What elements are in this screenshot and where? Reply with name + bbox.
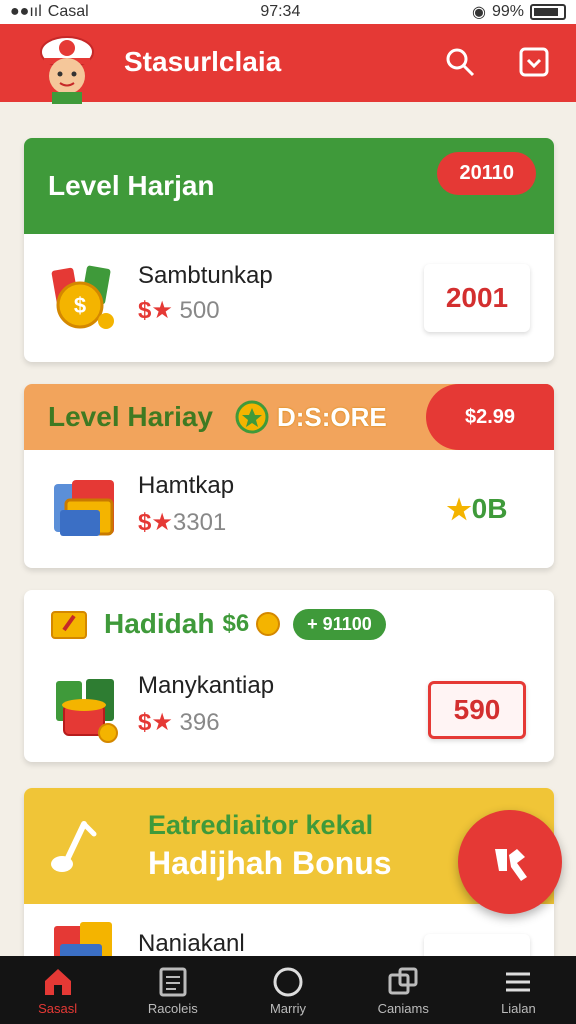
home-icon xyxy=(44,968,71,995)
gold-badge-icon xyxy=(235,400,269,434)
star-icon: ★ xyxy=(151,297,173,324)
list-item[interactable]: Manykantiap $★ 396 590 xyxy=(24,658,554,762)
svg-text:$: $ xyxy=(74,293,86,318)
download-box-icon xyxy=(519,47,549,77)
item-price-value: 396 xyxy=(179,709,220,736)
card-level-hariay[interactable]: Level Hariay D:S:ORE $2.99 Hamtkap $★330… xyxy=(24,384,554,568)
card-title: Hadidah xyxy=(104,608,215,639)
circle-icon xyxy=(273,967,303,996)
puzzle-icon xyxy=(388,967,418,994)
nav-label: Racoleis xyxy=(147,1000,198,1016)
item-name: Manykantiap xyxy=(138,672,275,699)
reward-badge[interactable]: + 91100 xyxy=(293,608,386,640)
download-button[interactable] xyxy=(516,44,552,80)
item-price: $★ 500 xyxy=(138,296,220,325)
nav-label: Sasasl xyxy=(38,1000,78,1016)
item-name: Sambtunkap xyxy=(138,262,273,289)
card-title: Eatrediaitor kekal xyxy=(148,810,374,840)
value-box-text: 0B xyxy=(471,493,508,524)
card-level-harjan[interactable]: Level Harjan 20110 $ Sambtunkap $★ 500 2… xyxy=(24,138,554,362)
floating-action-button[interactable] xyxy=(458,810,562,914)
gold-star-icon: ★ xyxy=(446,493,472,525)
coins-money-icon: $ xyxy=(51,265,114,329)
value-box[interactable]: 590 xyxy=(428,681,526,739)
card-title: Level Hariay xyxy=(48,401,213,432)
nav-item-games[interactable]: Caniams xyxy=(346,956,461,1024)
nav-item-menu[interactable]: Lialan xyxy=(461,956,576,1024)
app-title: Stasurlclaia xyxy=(124,46,282,77)
coin-icon xyxy=(256,612,281,636)
nav-label: Caniams xyxy=(377,1000,429,1016)
dollar-icon: $ xyxy=(138,509,152,536)
status-bar: ●●ııl Casal 97:34 ◉ 99% xyxy=(0,0,576,24)
dollar-icon: $ xyxy=(138,297,152,324)
wifi-icon: ◉ xyxy=(471,4,486,21)
menu-icon xyxy=(506,972,531,991)
battery-icon xyxy=(529,4,566,20)
gift-card-icon xyxy=(54,480,114,536)
carrier-label: Casal xyxy=(47,3,89,20)
nav-label: Lialan xyxy=(501,1000,536,1016)
card-header: Level Hariay D:S:ORE $2.99 xyxy=(24,384,554,450)
card-subtitle: D:S:ORE xyxy=(277,401,387,432)
list-item[interactable]: $ Sambtunkap $★ 500 2001 xyxy=(24,234,554,362)
value-box[interactable]: 2001 xyxy=(424,264,530,332)
item-name: Naniakanl xyxy=(138,930,245,957)
card-title-extra: $6 xyxy=(222,610,250,637)
nav-item-records[interactable]: Racoleis xyxy=(115,956,230,1024)
wrench-icon xyxy=(495,849,527,881)
bottom-nav: Sasasl Racoleis Marriy Caniams Lialan xyxy=(0,956,576,1024)
bonus-text: Eatrediaitor kekal Hadijhah Bonus xyxy=(148,810,392,882)
item-price: $★3301 xyxy=(138,508,226,537)
mascot-avatar xyxy=(40,36,94,104)
nav-item-home[interactable]: Sasasl xyxy=(0,956,115,1024)
card-header: Hadidah $6 + 91100 xyxy=(24,590,554,658)
ticket-icon xyxy=(51,611,87,639)
card-hadidah[interactable]: Hadidah $6 + 91100 Manykantiap $★ 396 59… xyxy=(24,590,554,762)
signal-icon: ●●ııl xyxy=(10,3,42,20)
star-icon: ★ xyxy=(151,509,173,536)
search-icon xyxy=(446,48,475,77)
price-badge[interactable]: $2.99 xyxy=(426,384,554,450)
card-subtitle: Hadijhah Bonus xyxy=(148,845,392,881)
item-price: $★ 396 xyxy=(138,708,220,737)
clock: 97:34 xyxy=(260,3,301,20)
item-price-value: 3301 xyxy=(172,509,227,536)
price-badge[interactable]: 20110 xyxy=(437,152,536,195)
item-name: Hamtkap xyxy=(138,472,235,499)
search-button[interactable] xyxy=(442,44,478,80)
value-box[interactable]: ★ 0B xyxy=(424,475,530,543)
battery-label: 99% xyxy=(491,3,524,20)
nav-item-center[interactable]: Marriy xyxy=(230,956,345,1024)
music-note-icon xyxy=(51,821,97,872)
card-title: Level Harjan xyxy=(48,170,215,201)
coin-pot-icon xyxy=(56,679,118,743)
document-icon xyxy=(159,967,187,996)
dollar-icon: $ xyxy=(138,709,152,736)
item-price-value: 500 xyxy=(179,297,220,324)
card-header: Level Harjan 20110 xyxy=(24,138,554,234)
star-icon: ★ xyxy=(151,709,173,736)
list-item[interactable]: Hamtkap $★3301 ★ 0B xyxy=(24,450,554,568)
nav-label: Marriy xyxy=(269,1000,307,1016)
